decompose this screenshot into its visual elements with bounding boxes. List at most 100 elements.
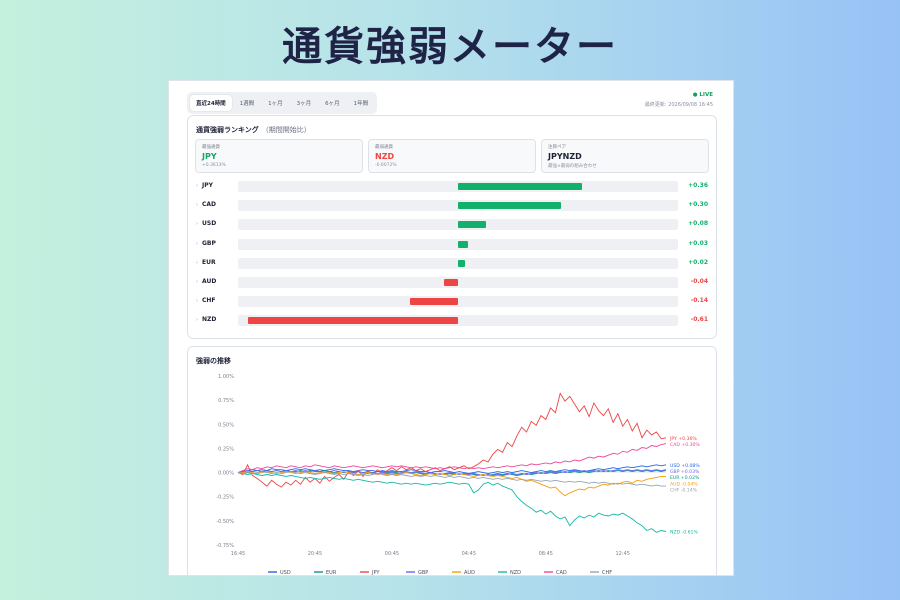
y-tick-label: 0.75% (218, 398, 234, 404)
app-screenshot: 直近24時間 1週間 1ヶ月 3ヶ月 6ヶ月 1年間 ● LIVE 最終更新: 2026/… (168, 80, 734, 576)
tab-period-5[interactable]: 1年間 (348, 95, 375, 111)
ranking-currency: GBP (202, 239, 216, 247)
ranking-value: +0.03 (688, 239, 708, 247)
ranking-title: 通貨強弱ランキング （期間開始比） (196, 126, 311, 134)
ranking-bar-track (238, 277, 678, 288)
tab-period-2[interactable]: 1ヶ月 (262, 95, 289, 111)
ranking-bar-track (238, 296, 678, 308)
y-tick-label: -0.50% (216, 519, 234, 525)
ranking-row-gbp[interactable]: › GBP +0.03 (196, 238, 710, 251)
ranking-row-nzd[interactable]: › NZD -0.61 (196, 314, 710, 327)
ranking-row-cad[interactable]: › CAD +0.30 (196, 199, 710, 212)
weakest-currency-box: 最弱通貨 NZD -0.6072% (368, 139, 536, 173)
legend-item-nzd: NZD (510, 570, 521, 576)
legend-item-gbp: GBP (418, 570, 428, 576)
strongest-currency-box: 最強通貨 JPY +0.3613% (195, 139, 363, 173)
series-end-label: GBP +0.03% (670, 469, 700, 475)
y-tick-label: 0.25% (218, 446, 234, 452)
last-updated: 最終更新: 2026/09/08 16:45 (644, 102, 713, 108)
ranking-row-eur[interactable]: › EUR +0.02 (196, 257, 710, 270)
trend-card: 強弱の推移 1.00% 0.75% 0.50% 0.25% 0.00% -0.25% -0.… (187, 346, 717, 576)
y-tick-label: -0.25% (216, 495, 234, 501)
ranking-bar-track (238, 181, 678, 192)
ranking-currency: USD (202, 220, 217, 228)
series-end-label: CAD +0.30% (670, 442, 700, 448)
ranking-value: +0.02 (688, 258, 708, 266)
tab-period-4[interactable]: 6ヶ月 (319, 95, 346, 111)
legend-item-cad: CAD (556, 570, 567, 576)
period-tabs: 直近24時間 1週間 1ヶ月 3ヶ月 6ヶ月 1年間 (187, 92, 378, 114)
series-end-label: AUD -0.04% (670, 481, 698, 487)
series-end-label: CHF -0.14% (670, 488, 698, 494)
legend-item-aud: AUD (464, 570, 475, 576)
ranking-bar-track (238, 200, 678, 212)
y-tick-label: -0.75% (216, 543, 234, 549)
legend-item-jpy: JPY (371, 570, 380, 576)
tab-period-1[interactable]: 1週間 (234, 95, 261, 111)
ranking-bar-track (238, 219, 678, 231)
ranking-bar (458, 183, 582, 190)
ranking-row-usd[interactable]: › USD +0.08 (196, 218, 710, 231)
ranking-currency: CAD (202, 201, 217, 209)
featured-pair-label: 注目ペア (548, 145, 566, 150)
ranking-bar (409, 298, 458, 306)
x-tick-label: 12:45 (616, 551, 630, 557)
chevron-right-icon: › (196, 202, 198, 209)
ranking-row-jpy[interactable]: › JPY +0.36 (196, 180, 710, 193)
live-indicator: ● LIVE (692, 92, 713, 98)
trend-line-chart: 1.00% 0.75% 0.50% 0.25% 0.00% -0.25% -0.50% -0.… (216, 374, 700, 576)
ranking-bar-track (238, 257, 678, 269)
chevron-right-icon: › (196, 240, 198, 247)
strongest-change: +0.3613% (202, 163, 226, 168)
x-tick-label: 04:45 (462, 551, 476, 557)
series-end-label: USD +0.08% (670, 463, 700, 469)
series-line-aud (238, 471, 666, 497)
ranking-bar (444, 279, 458, 286)
x-tick-label: 08:45 (539, 551, 553, 557)
ranking-bar-track (238, 315, 678, 327)
series-end-label: NZD -0.61% (670, 529, 698, 535)
x-tick-label: 20:45 (308, 551, 322, 557)
strongest-value: JPY (202, 152, 217, 161)
ranking-bar (248, 317, 458, 325)
weakest-change: -0.6072% (375, 163, 397, 168)
weakest-label: 最弱通貨 (375, 145, 393, 150)
x-tick-label: 00:45 (385, 551, 399, 557)
ranking-currency: JPY (202, 182, 213, 189)
ranking-bar (458, 240, 469, 248)
y-tick-label: 0.00% (218, 471, 234, 477)
strongest-label: 最強通貨 (202, 145, 220, 150)
ranking-currency: EUR (202, 258, 216, 266)
legend-item-usd: USD (280, 570, 291, 576)
series-end-label: EUR +0.02% (670, 475, 700, 481)
legend-item-chf: CHF (602, 570, 612, 576)
ranking-bar (458, 202, 562, 210)
ranking-card: 通貨強弱ランキング （期間開始比） 最強通貨 JPY +0.3613% 最弱通貨 … (187, 115, 717, 339)
ranking-bar-track (238, 238, 678, 250)
ranking-currency: CHF (202, 297, 216, 305)
x-tick-label: 16:45 (231, 551, 245, 557)
ranking-value: +0.30 (688, 201, 708, 209)
ranking-value: +0.08 (688, 220, 708, 228)
y-tick-label: 0.50% (218, 422, 234, 428)
featured-pair-value: JPYNZD (548, 152, 582, 161)
chevron-right-icon: › (196, 183, 198, 189)
ranking-value: -0.61 (690, 316, 708, 324)
ranking-row-aud[interactable]: › AUD -0.04 (196, 276, 710, 289)
ranking-currency: NZD (202, 316, 217, 324)
tab-period-3[interactable]: 3ヶ月 (291, 95, 318, 111)
ranking-currency: AUD (202, 278, 217, 285)
tab-period-0[interactable]: 直近24時間 (190, 95, 232, 111)
chevron-right-icon: › (196, 221, 198, 228)
weakest-value: NZD (375, 152, 395, 161)
page-headline: 通貨強弱メーター (282, 24, 618, 70)
chevron-right-icon: › (196, 298, 198, 305)
ranking-bar (458, 221, 486, 229)
chevron-right-icon: › (196, 259, 198, 266)
ranking-row-chf[interactable]: › CHF -0.14 (196, 295, 710, 308)
series-end-label: JPY +0.36% (669, 436, 697, 442)
chevron-right-icon: › (196, 279, 198, 285)
legend-item-eur: EUR (326, 570, 337, 576)
y-tick-label: 1.00% (218, 374, 234, 380)
featured-pair-box: 注目ペア JPYNZD 最強×最弱の組み合わせ (541, 139, 709, 173)
